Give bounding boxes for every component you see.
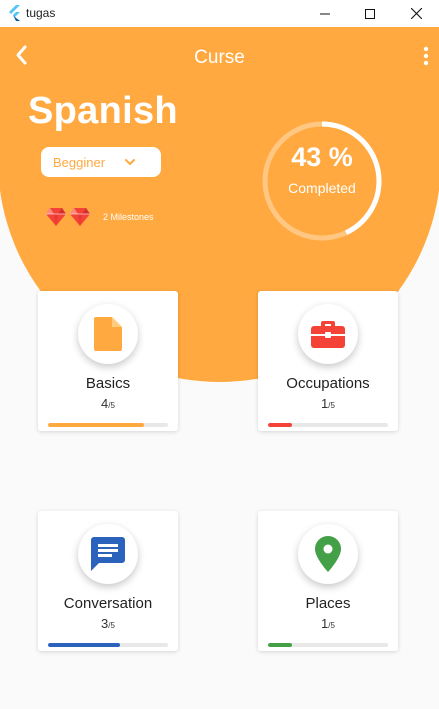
location-pin-icon bbox=[315, 536, 341, 572]
lesson-card-places[interactable]: Places 1/5 bbox=[258, 511, 398, 651]
card-progress-fill bbox=[48, 423, 144, 427]
close-button[interactable] bbox=[393, 0, 439, 27]
lesson-card-conversation[interactable]: Conversation 3/5 bbox=[38, 511, 178, 651]
card-icon-badge bbox=[78, 524, 138, 584]
card-title: Occupations bbox=[286, 375, 370, 392]
more-options-button[interactable] bbox=[420, 46, 432, 66]
card-progress-track bbox=[268, 423, 388, 427]
lesson-card-occupations[interactable]: Occupations 1/5 bbox=[258, 291, 398, 431]
card-icon-badge bbox=[78, 304, 138, 364]
card-progress-fill bbox=[268, 643, 292, 647]
window-titlebar: tugas bbox=[0, 0, 439, 27]
lesson-card-basics[interactable]: Basics 4/5 bbox=[38, 291, 178, 431]
card-count: 3/5 bbox=[101, 616, 115, 631]
card-title: Places bbox=[305, 595, 351, 612]
card-title: Conversation bbox=[63, 595, 153, 612]
minimize-button[interactable] bbox=[302, 0, 348, 27]
card-progress-track bbox=[48, 643, 168, 647]
chevron-down-icon bbox=[125, 159, 135, 165]
more-vertical-icon bbox=[423, 46, 429, 66]
briefcase-icon bbox=[311, 321, 345, 348]
progress-percent: 43 % bbox=[291, 142, 353, 172]
maximize-button[interactable] bbox=[347, 0, 393, 27]
page-title: Curse bbox=[194, 47, 245, 68]
progress-label: Completed bbox=[288, 180, 356, 196]
card-icon-badge bbox=[298, 304, 358, 364]
card-progress-fill bbox=[48, 643, 120, 647]
app-body: Curse Spanish Begginer 2 Milestones 43 %… bbox=[0, 27, 439, 709]
chat-icon bbox=[91, 537, 125, 571]
document-icon bbox=[94, 317, 122, 351]
card-count: 4/5 bbox=[101, 396, 115, 411]
app-header: Curse bbox=[0, 27, 439, 87]
milestones-row: 2 Milestones bbox=[46, 208, 154, 226]
level-dropdown[interactable]: Begginer bbox=[41, 147, 161, 177]
card-progress-track bbox=[268, 643, 388, 647]
card-progress-fill bbox=[268, 423, 292, 427]
card-title: Basics bbox=[85, 375, 131, 392]
course-language-title: Spanish bbox=[28, 90, 178, 132]
gem-icon bbox=[46, 208, 66, 226]
card-icon-badge bbox=[298, 524, 358, 584]
milestones-label: 2 Milestones bbox=[103, 212, 154, 222]
level-dropdown-value: Begginer bbox=[53, 154, 106, 170]
close-icon bbox=[410, 8, 422, 19]
window-title: tugas bbox=[26, 6, 56, 20]
maximize-icon bbox=[365, 8, 375, 19]
minimize-icon bbox=[320, 13, 330, 14]
card-progress-track bbox=[48, 423, 168, 427]
gem-icon bbox=[70, 208, 90, 226]
card-count: 1/5 bbox=[321, 396, 335, 411]
card-count: 1/5 bbox=[321, 616, 335, 631]
flutter-logo-icon bbox=[9, 5, 20, 21]
